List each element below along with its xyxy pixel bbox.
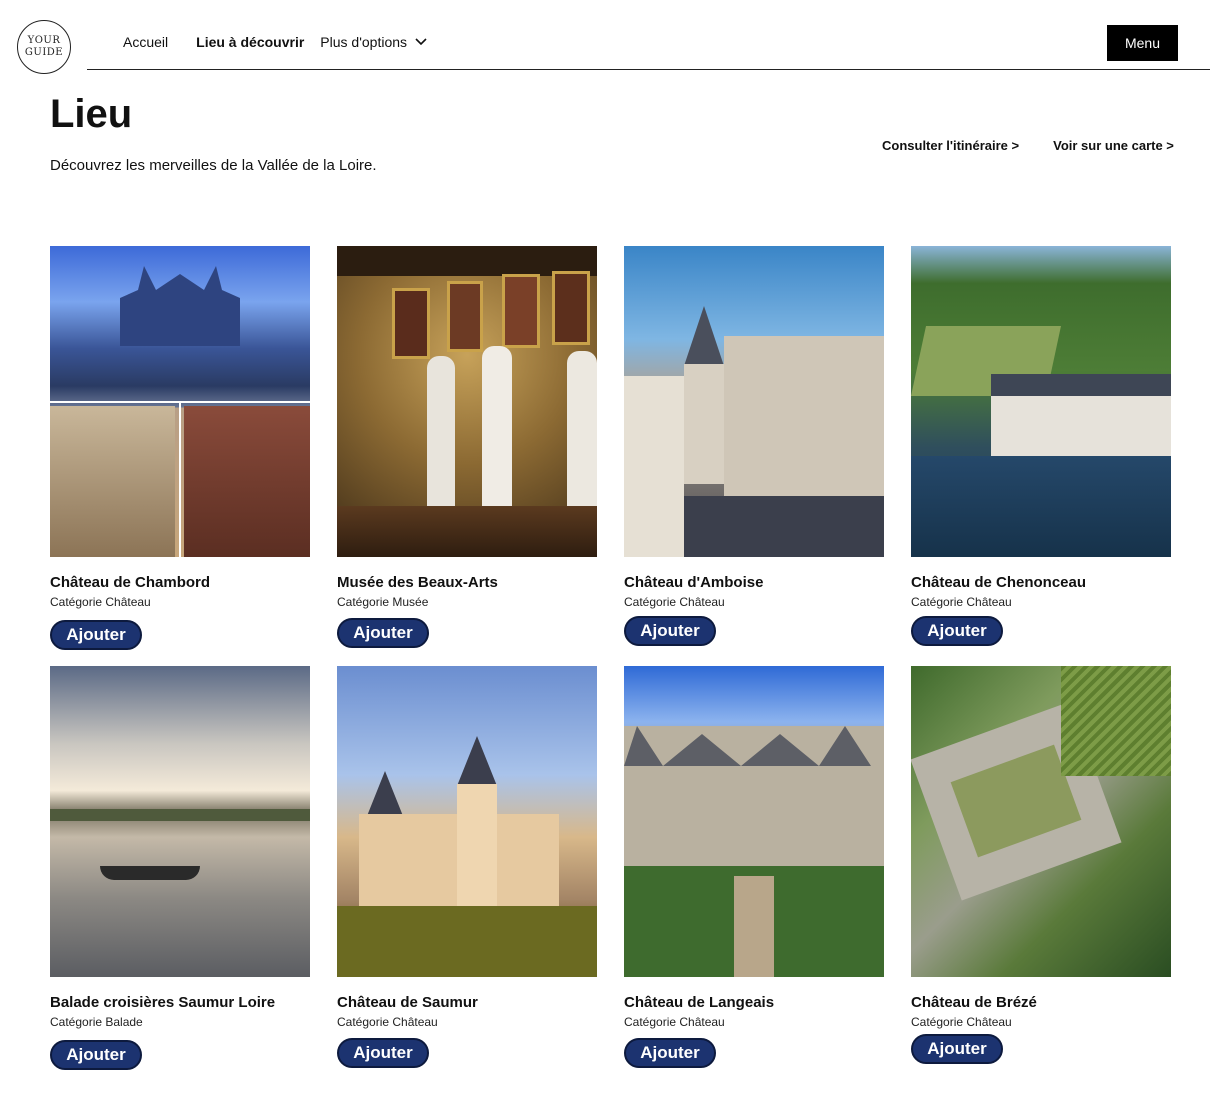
place-image-chenonceau[interactable]	[911, 246, 1171, 557]
place-image-breze[interactable]	[911, 666, 1171, 977]
place-card-breze[interactable]: Château de Brézé Catégorie Château Ajout…	[911, 666, 1171, 1064]
place-card-amboise[interactable]: Château d'Amboise Catégorie Château Ajou…	[624, 246, 884, 646]
place-card-musee[interactable]: Musée des Beaux-Arts Catégorie Musée Ajo…	[337, 246, 597, 648]
place-name: Château de Chambord	[50, 574, 211, 591]
place-image-langeais[interactable]	[624, 666, 884, 977]
add-button[interactable]: Ajouter	[911, 1034, 1003, 1064]
place-category: Catégorie Château	[50, 595, 151, 609]
logo-text-line2: GUIDE	[24, 47, 64, 58]
itinerary-link[interactable]: Consulter l'itinéraire >	[882, 138, 1019, 153]
place-card-saumur[interactable]: Château de Saumur Catégorie Château Ajou…	[337, 666, 597, 1068]
place-card-chambord[interactable]: Château de Chambord Catégorie Château Aj…	[50, 246, 310, 650]
map-link[interactable]: Voir sur une carte >	[1053, 138, 1174, 153]
place-card-chenonceau[interactable]: Château de Chenonceau Catégorie Château …	[911, 246, 1171, 646]
place-name: Château de Saumur	[337, 994, 478, 1011]
place-image-amboise[interactable]	[624, 246, 884, 557]
main-nav: Accueil Lieu à découvrir Plus d'options	[123, 34, 427, 50]
place-name: Château de Chenonceau	[911, 574, 1087, 591]
nav-discover[interactable]: Lieu à découvrir	[196, 34, 304, 50]
place-category: Catégorie Château	[911, 595, 1012, 609]
place-image-saumur[interactable]	[337, 666, 597, 977]
logo-text-line1: YOUR	[27, 35, 61, 46]
add-button[interactable]: Ajouter	[911, 616, 1003, 646]
place-category: Catégorie Château	[624, 595, 725, 609]
page-links: Consulter l'itinéraire > Voir sur une ca…	[882, 138, 1174, 153]
add-button[interactable]: Ajouter	[624, 616, 716, 646]
place-name: Balade croisières Saumur Loire	[50, 994, 276, 1011]
place-card-balade[interactable]: Balade croisières Saumur Loire Catégorie…	[50, 666, 310, 1070]
nav-more-options[interactable]: Plus d'options	[320, 34, 427, 50]
place-name: Château d'Amboise	[624, 574, 764, 591]
place-category: Catégorie Château	[911, 1015, 1012, 1029]
logo[interactable]: YOUR GUIDE	[17, 20, 71, 74]
place-name: Château de Langeais	[624, 994, 775, 1011]
place-card-langeais[interactable]: Château de Langeais Catégorie Château Aj…	[624, 666, 884, 1068]
chevron-down-icon	[415, 38, 427, 46]
add-button[interactable]: Ajouter	[624, 1038, 716, 1068]
page-subtitle: Découvrez les merveilles de la Vallée de…	[50, 157, 377, 174]
place-category: Catégorie Château	[337, 1015, 438, 1029]
header-divider	[87, 69, 1210, 70]
place-category: Catégorie Balade	[50, 1015, 143, 1029]
place-image-balade[interactable]	[50, 666, 310, 977]
place-category: Catégorie Musée	[337, 595, 429, 609]
place-image-chambord[interactable]	[50, 246, 310, 557]
add-button[interactable]: Ajouter	[50, 1040, 142, 1070]
place-category: Catégorie Château	[624, 1015, 725, 1029]
add-button[interactable]: Ajouter	[50, 620, 142, 650]
add-button[interactable]: Ajouter	[337, 1038, 429, 1068]
page-title: Lieu	[50, 92, 133, 136]
nav-more-label: Plus d'options	[320, 34, 408, 50]
nav-home[interactable]: Accueil	[123, 34, 168, 50]
place-name: Château de Brézé	[911, 994, 1037, 1011]
place-name: Musée des Beaux-Arts	[337, 574, 498, 591]
add-button[interactable]: Ajouter	[337, 618, 429, 648]
place-image-musee[interactable]	[337, 246, 597, 557]
menu-button[interactable]: Menu	[1107, 25, 1178, 61]
